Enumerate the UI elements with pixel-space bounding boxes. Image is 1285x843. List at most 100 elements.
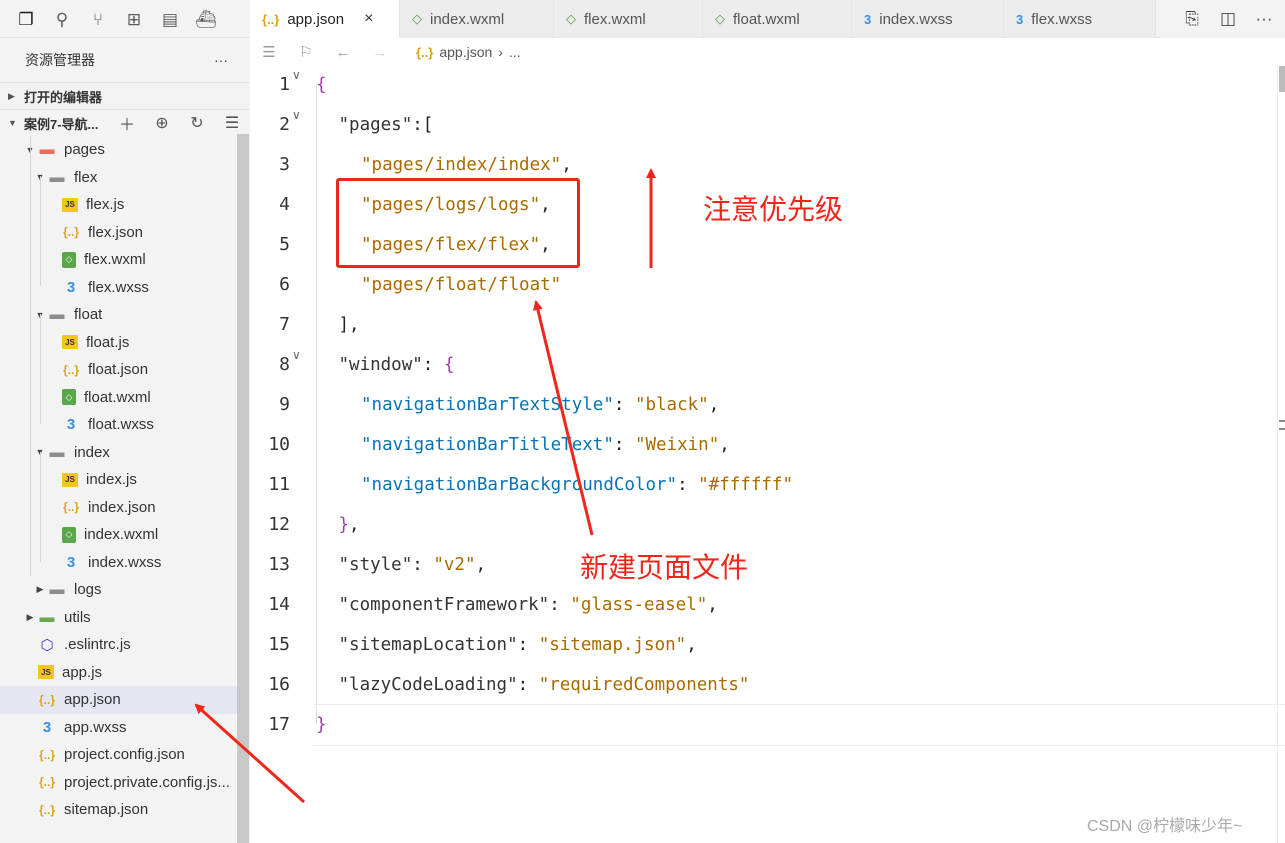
code-token: }: [316, 715, 327, 735]
tab-label: index.wxss: [879, 10, 953, 28]
scroll-thumb[interactable]: [1279, 66, 1285, 92]
breadcrumb-rest[interactable]: ...: [509, 44, 521, 60]
tree-folder[interactable]: ▼ ▬ index: [0, 439, 237, 467]
tab-index-wxml[interactable]: ◇ index.wxml: [400, 0, 554, 38]
open-editors-section[interactable]: ▶ 打开的编辑器: [0, 82, 250, 109]
back-arrow-icon[interactable]: ←: [333, 44, 353, 61]
split-editor-icon[interactable]: ◫: [1217, 8, 1239, 30]
tree-file[interactable]: 3 flex.wxss: [0, 274, 237, 302]
files-icon[interactable]: ❐: [15, 8, 37, 30]
tree-file[interactable]: JS index.js: [0, 466, 237, 494]
new-file-icon[interactable]: ＋: [117, 111, 137, 135]
tree-file[interactable]: {..} project.private.config.js...: [0, 769, 237, 797]
chevron-right-icon[interactable]: ▶: [32, 584, 48, 595]
tab-float-wxml[interactable]: ◇ float.wxml: [703, 0, 852, 38]
wxss-file-icon: 3: [42, 718, 52, 736]
tree-folder[interactable]: ▼ ▬ pages: [0, 136, 237, 164]
chevron-right-icon: ▶: [8, 90, 15, 101]
tab-index-wxss[interactable]: 3 index.wxss: [852, 0, 1004, 38]
code-token: "glass-easel": [570, 595, 708, 615]
tab-label: app.json: [287, 10, 345, 28]
open-changes-icon[interactable]: ⎘: [1181, 8, 1203, 30]
tree-file[interactable]: 3 index.wxss: [0, 549, 237, 577]
code-line: }: [316, 715, 327, 735]
docker-icon[interactable]: ⛴: [195, 8, 217, 30]
tab-flex-wxml[interactable]: ◇ flex.wxml: [554, 0, 703, 38]
code-token: {: [443, 355, 455, 375]
breadcrumb-bar: ☰ ⚐ ← → {..} app.json › ...: [250, 38, 1285, 66]
extensions-icon[interactable]: ⊞: [123, 8, 145, 30]
tab-flex-wxss[interactable]: 3 flex.wxss: [1004, 0, 1156, 38]
fold-chevron-icon[interactable]: ∨: [292, 68, 301, 82]
code-token: ,: [686, 635, 697, 655]
list-icon[interactable]: ☰: [259, 43, 279, 61]
tab-label: flex.wxml: [584, 10, 646, 28]
project-section[interactable]: ▼ 案例7-导航... ＋ ⊕ ↻ ☰: [0, 109, 250, 136]
tree-item-label: logs: [74, 581, 102, 599]
editor-scrollbar[interactable]: [1277, 66, 1285, 843]
wxml-file-icon: ◇: [62, 251, 76, 268]
tree-item-label: index.wxml: [84, 526, 159, 544]
tab-app-json[interactable]: {..} app.json ×: [250, 0, 400, 38]
tree-file[interactable]: 3 app.wxss: [0, 714, 237, 742]
fold-chevron-icon[interactable]: ∨: [292, 348, 301, 362]
tree-file[interactable]: {..} app.json: [0, 686, 237, 714]
tree-file[interactable]: JS float.js: [0, 329, 237, 357]
tree-folder[interactable]: ▶ ▬ logs: [0, 576, 237, 604]
line-number: 15: [268, 634, 290, 655]
json-file-icon: {..}: [62, 225, 79, 240]
line-number: 6: [279, 274, 290, 295]
code-token: "Weixin": [634, 435, 720, 455]
line-number: 14: [268, 594, 290, 615]
tree-file[interactable]: ◇ flex.wxml: [0, 246, 237, 274]
forward-arrow-icon[interactable]: →: [370, 44, 390, 61]
tree-file[interactable]: {..} float.json: [0, 356, 237, 384]
explorer-more-button[interactable]: ···: [214, 52, 228, 68]
bookmark-icon[interactable]: ⚐: [296, 43, 316, 61]
json-file-icon: {..}: [262, 11, 280, 27]
window-icon[interactable]: ▤: [159, 8, 181, 30]
tree-file[interactable]: ◇ float.wxml: [0, 384, 237, 412]
tree-file[interactable]: {..} sitemap.json: [0, 796, 237, 824]
tree-item-label: flex: [74, 168, 98, 186]
wxml-file-icon: ◇: [566, 11, 576, 26]
sidebar-scrollbar[interactable]: [237, 134, 249, 843]
tree-file[interactable]: ⬡ .eslintrc.js: [0, 631, 237, 659]
tree-folder[interactable]: ▼ ▬ flex: [0, 164, 237, 192]
current-line-highlight: [314, 704, 1285, 746]
search-icon[interactable]: ⚲: [51, 8, 73, 30]
tree-item-label: float: [74, 306, 103, 324]
tree-indent-guide: [40, 176, 41, 286]
explorer-sidebar: 资源管理器 ··· ▶ 打开的编辑器 ▼ 案例7-导航... ＋ ⊕ ↻ ☰ ▼…: [0, 38, 250, 843]
tab-label: float.wxml: [733, 10, 800, 28]
wxml-file-icon: ◇: [412, 11, 422, 26]
editor-tabs: {..} app.json × ◇ index.wxml ◇ flex.wxml ◇ float…: [250, 0, 1156, 38]
code-token: "window": [338, 355, 423, 375]
tree-file[interactable]: JS flex.js: [0, 191, 237, 219]
tree-file[interactable]: 3 float.wxss: [0, 411, 237, 439]
new-folder-icon[interactable]: ⊕: [152, 113, 172, 133]
chevron-right-icon[interactable]: ▶: [22, 612, 38, 623]
tree-folder[interactable]: ▼ ▬ float: [0, 301, 237, 329]
line-number: 2: [279, 114, 290, 135]
ide-window: ❐ ⚲ ⑂ ⊞ ▤ ⛴ {..} app.json × ◇ index.wxml ◇ fle…: [0, 0, 1285, 843]
tree-file[interactable]: {..} index.json: [0, 494, 237, 522]
tree-file[interactable]: {..} project.config.json: [0, 741, 237, 769]
source-control-icon[interactable]: ⑂: [87, 8, 109, 30]
tree-folder[interactable]: ▶ ▬ utils: [0, 604, 237, 632]
code-token: ,: [707, 595, 718, 615]
tree-item-label: float.wxss: [88, 416, 154, 434]
more-actions-icon[interactable]: ···: [1253, 8, 1275, 30]
refresh-icon[interactable]: ↻: [187, 113, 207, 133]
line-number: 4: [279, 194, 290, 215]
tree-file[interactable]: {..} flex.json: [0, 219, 237, 247]
tree-file[interactable]: ◇ index.wxml: [0, 521, 237, 549]
breadcrumb: {..} app.json › ...: [416, 44, 521, 60]
fold-chevron-icon[interactable]: ∨: [292, 108, 301, 122]
code-token: "pages/index/index": [361, 155, 562, 175]
breadcrumb-file[interactable]: app.json: [439, 44, 492, 60]
tree-file[interactable]: JS app.js: [0, 659, 237, 687]
collapse-all-icon[interactable]: ☰: [222, 113, 242, 133]
close-icon[interactable]: ×: [364, 10, 373, 28]
code-line: ],: [339, 315, 360, 335]
